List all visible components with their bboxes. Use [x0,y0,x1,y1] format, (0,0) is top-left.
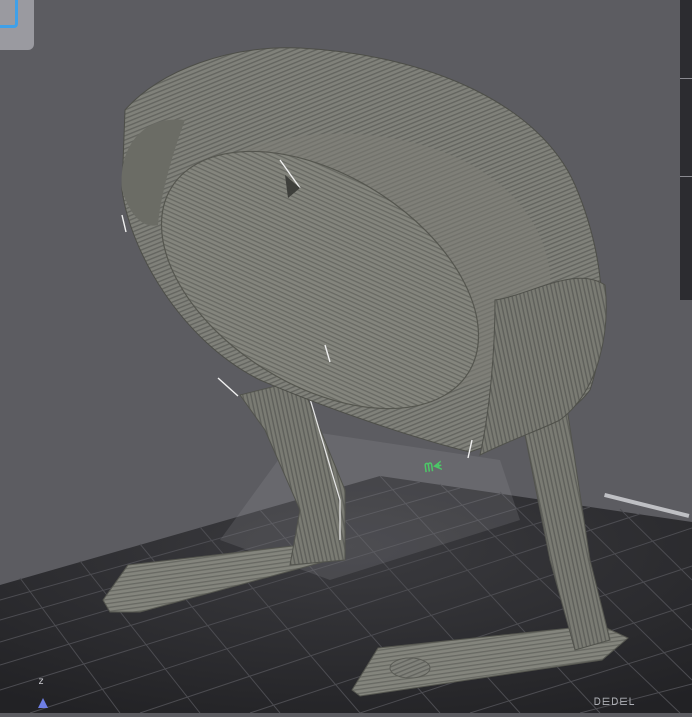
panel-divider [680,176,692,177]
bed-edge-label: Ꭰ⋿Ꭰ⋿Ꮮ [594,697,636,708]
side-panel-edge[interactable] [680,0,692,300]
z-axis-icon [38,698,48,708]
axis-label: z [38,676,45,687]
model-housing[interactable] [116,47,607,462]
panel-divider [680,78,692,79]
view-cube-icon[interactable] [0,0,34,50]
scene-canvas[interactable]: ᗰᗛ [0,0,692,714]
3d-viewport[interactable]: ᗰᗛ z Ꭰ⋿Ꭰ⋿Ꮮ [0,0,692,714]
view-cube-frame [0,0,18,28]
